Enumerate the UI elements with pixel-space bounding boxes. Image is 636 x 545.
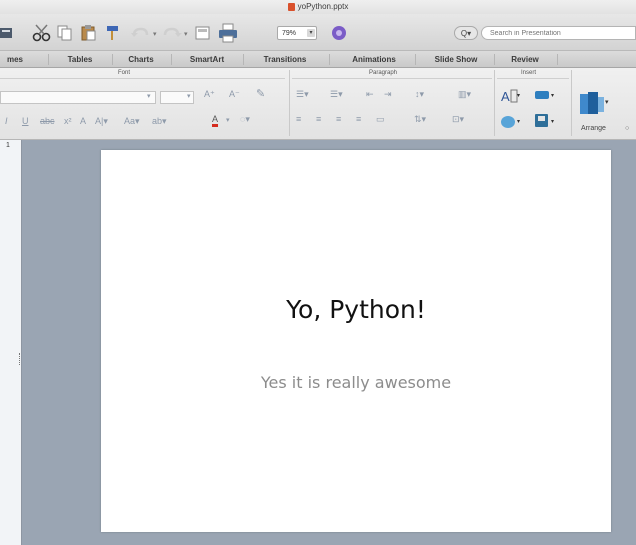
search-input[interactable] xyxy=(481,26,636,40)
copy-icon[interactable] xyxy=(56,24,74,42)
window-title: yoPython.pptx xyxy=(297,2,349,11)
insert-shape-icon[interactable]: ▾ xyxy=(534,88,558,106)
search-scope-button[interactable]: Q▾ xyxy=(454,26,478,40)
insert-picture-icon[interactable]: ▾ xyxy=(500,112,524,130)
tab-divider xyxy=(494,54,495,65)
redo-dropdown-icon[interactable]: ▾ xyxy=(184,30,188,38)
tab-smartart[interactable]: SmartArt xyxy=(172,51,242,68)
search-area: Q▾ xyxy=(454,25,636,41)
increase-indent-icon[interactable]: ⇥ xyxy=(384,89,392,100)
zoom-field[interactable]: 79% ▾ xyxy=(277,26,317,40)
slide-subtitle[interactable]: Yes it is really awesome xyxy=(101,373,611,392)
pane-resize-handle[interactable] xyxy=(19,353,23,365)
svg-text:▾: ▾ xyxy=(551,119,554,125)
gallery-icon[interactable] xyxy=(0,26,14,40)
tab-slide-show[interactable]: Slide Show xyxy=(420,51,492,68)
insert-text-box-icon[interactable]: A ▾ xyxy=(500,88,522,106)
bullets-icon[interactable]: ☰▾ xyxy=(296,89,309,100)
ribbon-group-divider xyxy=(289,70,290,136)
print-icon[interactable] xyxy=(218,23,238,43)
cut-icon[interactable] xyxy=(31,24,53,42)
columns-icon[interactable]: ▥▾ xyxy=(458,89,471,100)
ribbon-tabs: mes Tables Charts SmartArt Transitions A… xyxy=(0,50,636,68)
slide-title[interactable]: Yo, Python! xyxy=(101,295,611,324)
paragraph-group-label: Paragraph xyxy=(369,70,398,76)
tab-divider xyxy=(329,54,330,65)
font-color-dropdown-icon[interactable]: ▾ xyxy=(226,116,230,124)
distributed-icon[interactable]: ▭ xyxy=(376,114,385,125)
undo-dropdown-icon[interactable]: ▾ xyxy=(153,30,157,38)
tab-charts[interactable]: Charts xyxy=(116,51,166,68)
ribbon-group-divider xyxy=(494,70,495,136)
svg-text:▾: ▾ xyxy=(517,93,520,99)
svg-text:▾: ▾ xyxy=(551,93,554,99)
justify-icon[interactable]: ≡ xyxy=(356,114,361,124)
slide-layout-icon[interactable] xyxy=(194,24,212,42)
text-effects-icon[interactable]: ◌▾ xyxy=(240,114,250,125)
tab-divider xyxy=(112,54,113,65)
insert-group-label: Insert xyxy=(521,70,537,76)
group-header-line xyxy=(292,78,492,79)
window-title-bar: yoPython.pptx xyxy=(0,0,636,14)
clear-formatting-icon[interactable]: ✎ xyxy=(256,87,265,100)
slide-workspace: 1 Yo, Python! Yes it is really awesome xyxy=(0,140,636,545)
pptx-file-icon xyxy=(287,2,295,11)
font-group-label: Font xyxy=(118,70,131,76)
text-direction-icon[interactable]: ⇅▾ xyxy=(414,114,426,125)
zoom-dropdown-icon[interactable]: ▾ xyxy=(307,29,315,37)
group-header-line xyxy=(0,78,285,79)
arrange-label[interactable]: Arrange xyxy=(581,125,606,132)
underline-icon[interactable]: U xyxy=(22,116,29,126)
italic-icon[interactable]: I xyxy=(5,116,8,126)
change-case-icon[interactable]: Aa▾ xyxy=(124,116,140,127)
align-right-icon[interactable]: ≡ xyxy=(336,114,341,124)
align-left-icon[interactable]: ≡ xyxy=(296,114,301,124)
svg-text:▾: ▾ xyxy=(517,119,520,125)
tab-review[interactable]: Review xyxy=(499,51,551,68)
tab-animations[interactable]: Animations xyxy=(336,51,412,68)
arrange-icon[interactable]: ▾ xyxy=(578,90,612,118)
superscript-icon[interactable]: x² xyxy=(64,116,72,126)
group-header-line xyxy=(497,78,569,79)
numbering-icon[interactable]: ☰▾ xyxy=(330,89,343,100)
format-painter-icon[interactable] xyxy=(104,24,122,42)
paste-icon[interactable] xyxy=(80,24,98,42)
ribbon-group-divider xyxy=(571,70,572,136)
tab-divider xyxy=(557,54,558,65)
insert-media-icon[interactable]: ▾ xyxy=(534,112,558,130)
font-name-dropdown-icon[interactable]: ▾ xyxy=(147,92,151,100)
tab-divider xyxy=(243,54,244,65)
character-spacing-icon[interactable]: A|▾ xyxy=(95,116,108,127)
slide-number: 1 xyxy=(6,142,10,149)
tab-transitions[interactable]: Transitions xyxy=(248,51,322,68)
grow-font-icon[interactable]: A⁺ xyxy=(204,89,215,100)
line-spacing-icon[interactable]: ↕▾ xyxy=(415,89,424,100)
zoom-value: 79% xyxy=(282,30,297,37)
tab-divider xyxy=(48,54,49,65)
svg-text:▾: ▾ xyxy=(605,99,609,106)
overflow-indicator-icon: ○ xyxy=(625,125,630,132)
shrink-font-icon[interactable]: A⁻ xyxy=(229,89,240,100)
slide-thumbnail-pane[interactable]: 1 xyxy=(0,140,22,545)
tab-divider xyxy=(415,54,416,65)
highlight-icon[interactable]: ab▾ xyxy=(152,116,167,127)
slide-canvas[interactable]: Yo, Python! Yes it is really awesome xyxy=(101,150,611,532)
tab-themes[interactable]: mes xyxy=(0,51,30,68)
tab-tables[interactable]: Tables xyxy=(55,51,105,68)
svg-text:A: A xyxy=(501,89,510,104)
align-center-icon[interactable]: ≡ xyxy=(316,114,321,124)
redo-icon[interactable] xyxy=(161,25,183,41)
ribbon-home: Font ▾ ▾ A⁺ A⁻ ✎ I U abc x² A A|▾ Aa▾ ab… xyxy=(0,68,636,140)
standard-toolbar: ▾ ▾ 79% ▾ Q▾ xyxy=(0,14,636,50)
undo-icon[interactable] xyxy=(130,25,152,41)
strikethrough-icon[interactable]: abc xyxy=(40,116,55,126)
font-name-field[interactable] xyxy=(0,91,156,104)
decrease-indent-icon[interactable]: ⇤ xyxy=(366,89,374,100)
align-text-icon[interactable]: ⊡▾ xyxy=(452,114,464,125)
text-shadow-icon[interactable]: A xyxy=(80,116,86,126)
font-size-dropdown-icon[interactable]: ▾ xyxy=(187,92,191,100)
font-color-icon[interactable]: A xyxy=(212,114,218,124)
help-icon[interactable] xyxy=(330,24,348,42)
